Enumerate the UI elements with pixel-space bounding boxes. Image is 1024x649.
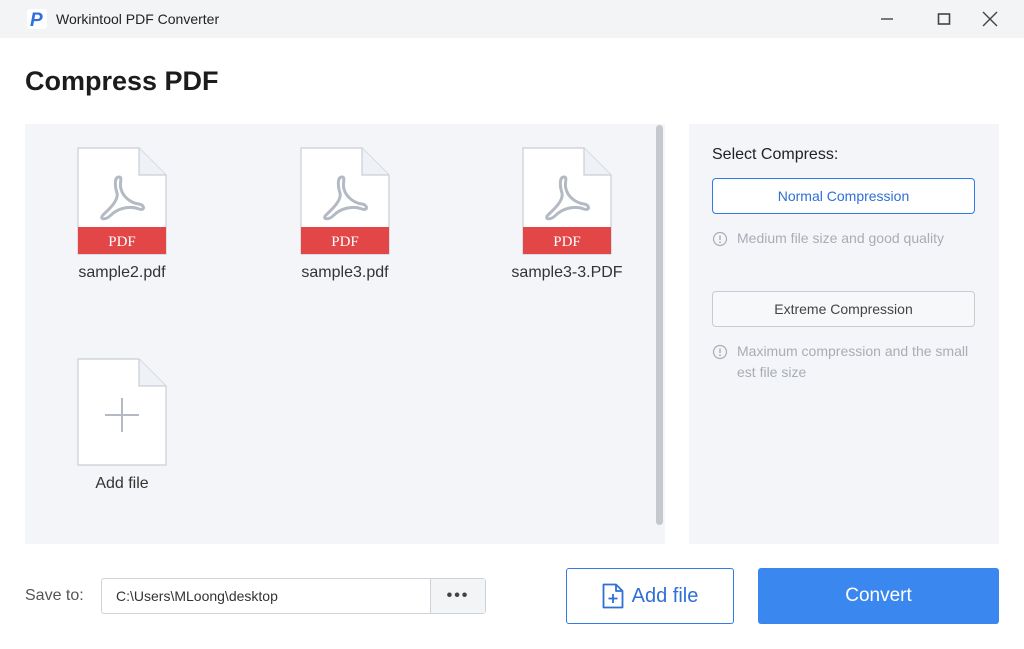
save-path-input[interactable] bbox=[102, 579, 430, 613]
normal-compression-button[interactable]: Normal Compression bbox=[712, 178, 975, 214]
app-title: Workintool PDF Converter bbox=[56, 11, 220, 27]
file-name: sample2.pdf bbox=[78, 264, 166, 281]
info-icon bbox=[712, 231, 728, 247]
pdf-file-icon: PDF bbox=[522, 147, 612, 255]
file-item[interactable]: PDF sample3-3.PDF bbox=[487, 147, 647, 283]
convert-button[interactable]: Convert bbox=[758, 568, 999, 624]
file-name: sample3-3.PDF bbox=[511, 264, 623, 281]
normal-compression-label: Normal Compression bbox=[777, 188, 910, 204]
add-file-icon bbox=[602, 583, 624, 609]
file-item[interactable]: PDF sample2.pdf bbox=[42, 147, 202, 283]
add-file-tile[interactable]: Add file bbox=[42, 358, 202, 494]
svg-text:PDF: PDF bbox=[331, 234, 359, 250]
close-button[interactable] bbox=[975, 4, 1005, 34]
pdf-file-icon: PDF bbox=[77, 147, 167, 255]
save-path-box: ••• bbox=[101, 578, 486, 614]
pdf-file-icon: PDF bbox=[300, 147, 390, 255]
extreme-compression-label: Extreme Compression bbox=[774, 301, 913, 317]
file-item[interactable]: PDF sample3.pdf bbox=[265, 147, 425, 283]
add-file-button[interactable]: Add file bbox=[566, 568, 734, 624]
add-file-button-label: Add file bbox=[631, 584, 699, 607]
browse-folder-button[interactable]: ••• bbox=[430, 579, 485, 613]
file-list-scrollbar[interactable] bbox=[656, 125, 663, 525]
more-dots-icon: ••• bbox=[446, 587, 470, 604]
close-icon bbox=[982, 11, 998, 27]
add-file-label: Add file bbox=[95, 475, 149, 492]
minimize-icon bbox=[881, 18, 893, 20]
app-logo-icon: P bbox=[27, 9, 47, 29]
select-compress-label: Select Compress: bbox=[712, 146, 839, 163]
info-icon bbox=[712, 344, 728, 360]
extreme-compression-button[interactable]: Extreme Compression bbox=[712, 291, 975, 327]
minimize-button[interactable] bbox=[872, 4, 902, 34]
normal-compression-hint: Medium file size and good quality bbox=[712, 228, 982, 249]
title-bar: P Workintool PDF Converter bbox=[0, 0, 1024, 38]
maximize-icon bbox=[937, 13, 951, 25]
add-file-icon bbox=[77, 358, 167, 466]
svg-text:P: P bbox=[30, 10, 43, 29]
svg-text:PDF: PDF bbox=[108, 234, 136, 250]
page-title: Compress PDF bbox=[25, 66, 219, 96]
extreme-compression-hint: Maximum compression and the smallest fil… bbox=[712, 341, 974, 383]
maximize-button[interactable] bbox=[929, 4, 959, 34]
file-name: sample3.pdf bbox=[301, 264, 389, 281]
svg-text:PDF: PDF bbox=[553, 234, 581, 250]
convert-button-label: Convert bbox=[845, 585, 912, 606]
save-to-label: Save to: bbox=[25, 587, 84, 604]
